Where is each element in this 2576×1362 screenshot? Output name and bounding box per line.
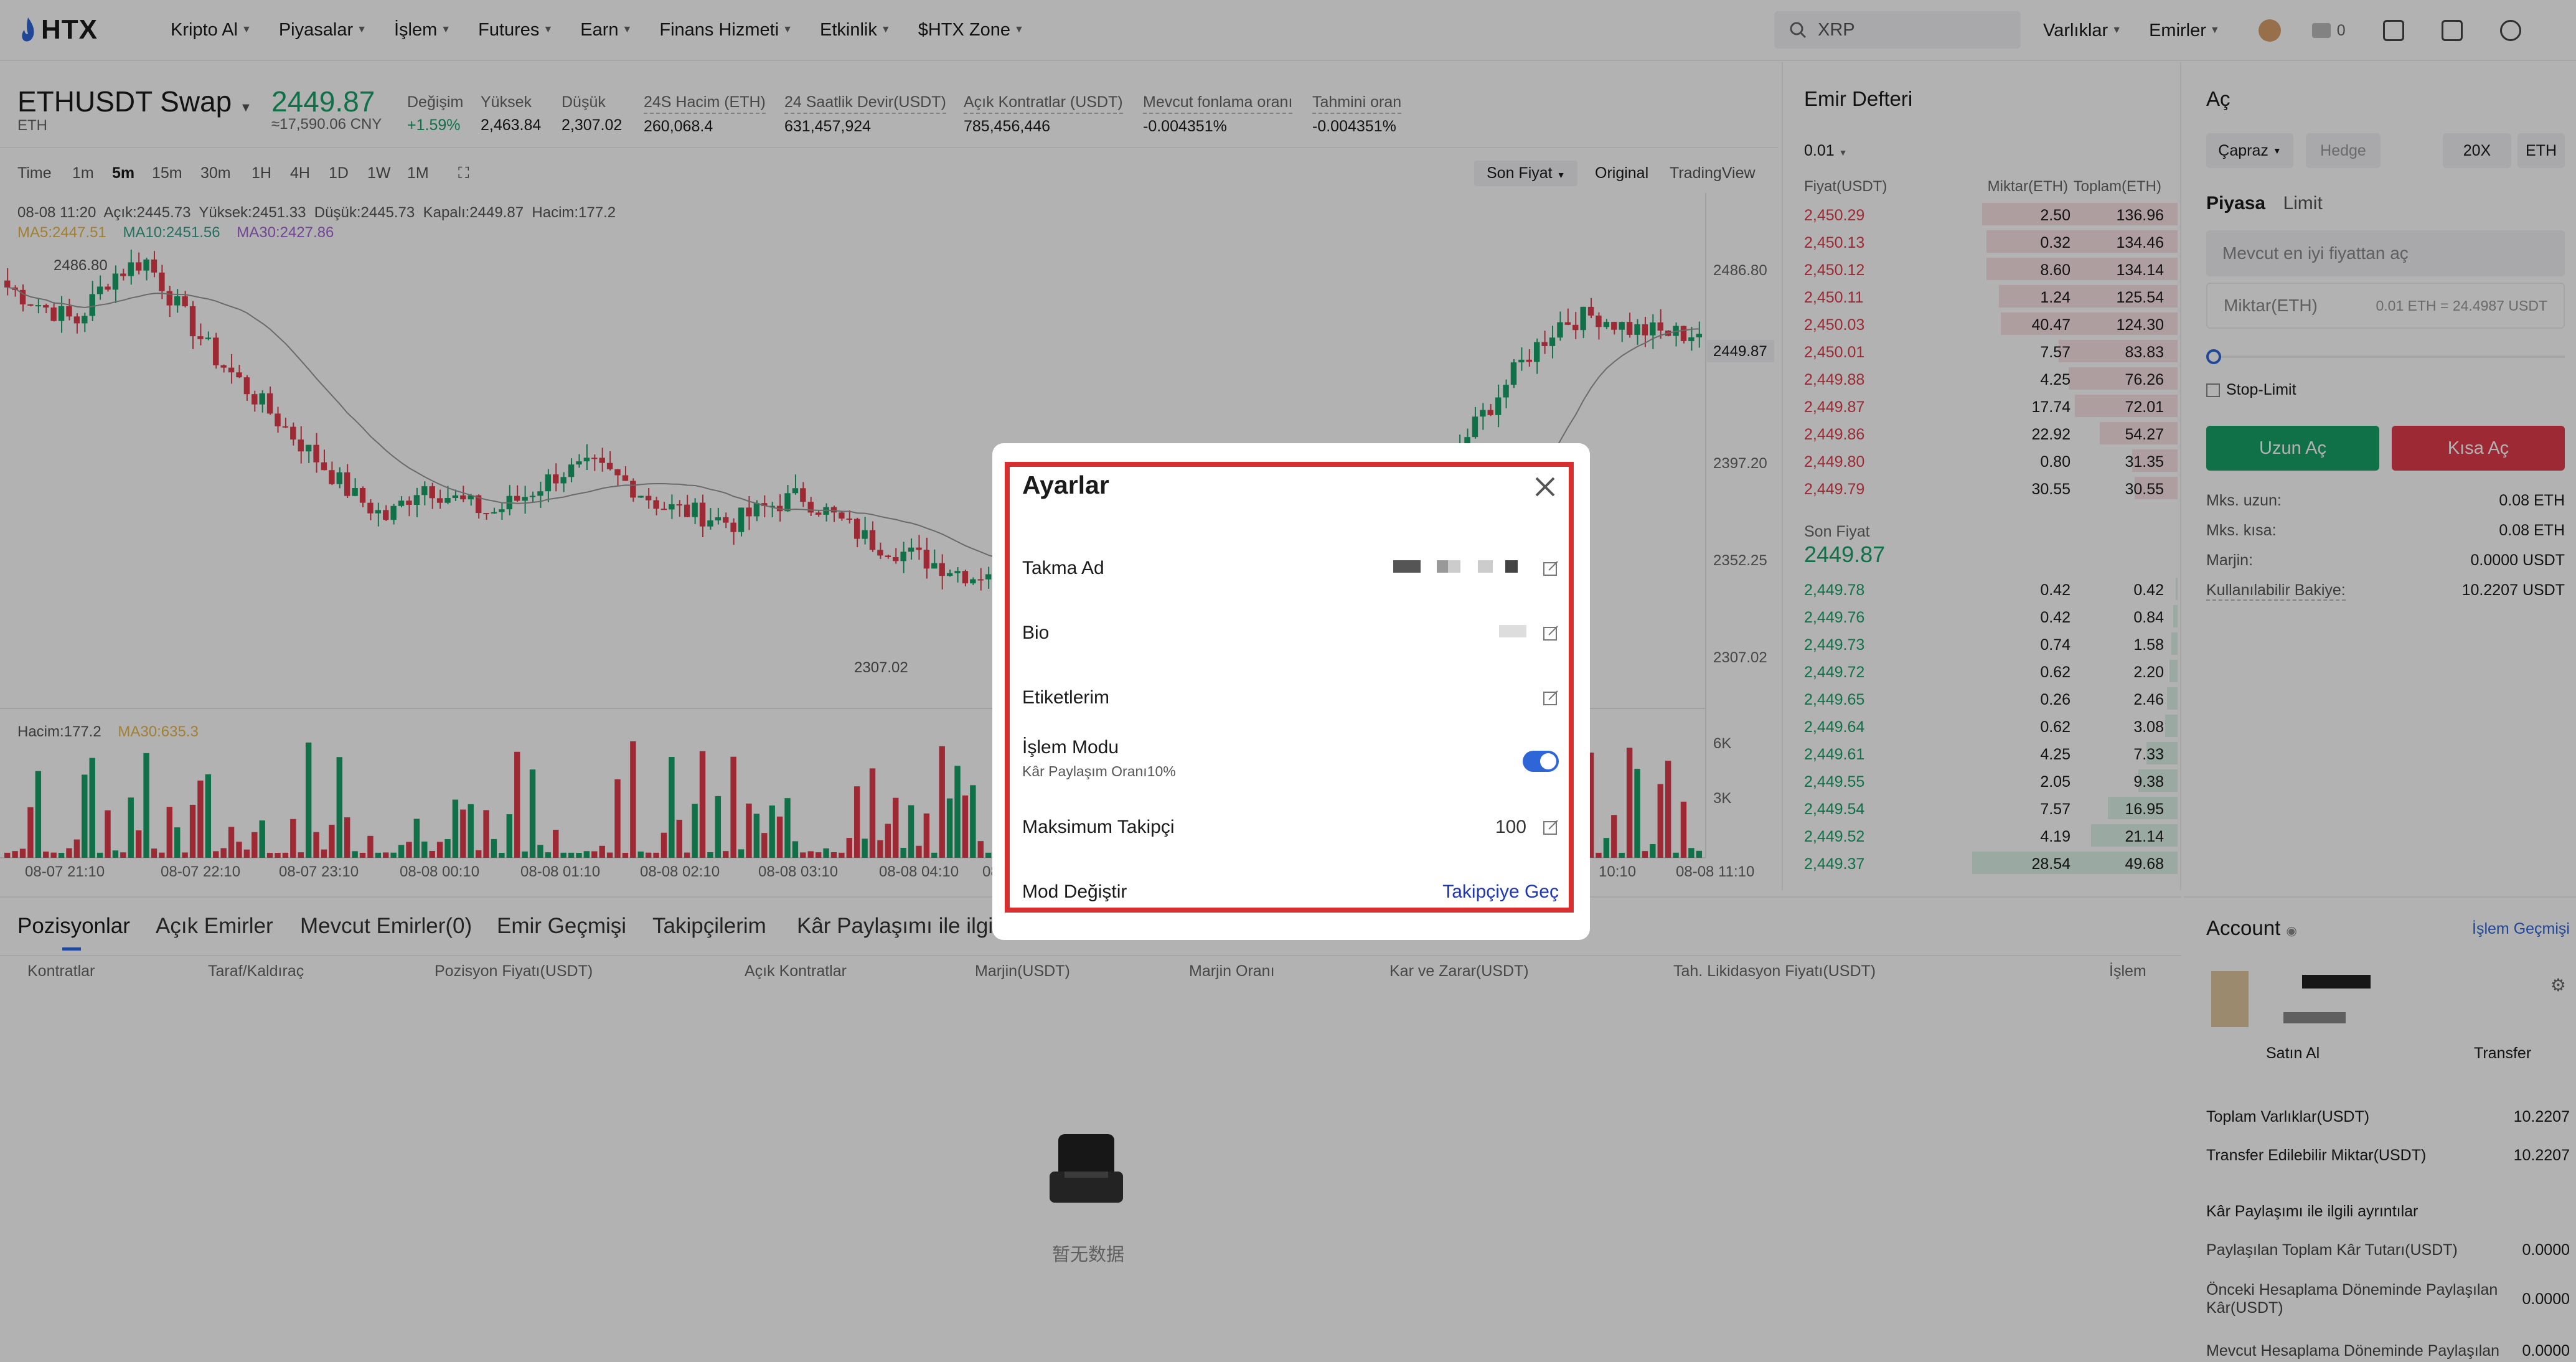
- switch-mode-label: Mod Değiştir: [1022, 881, 1127, 902]
- row-nickname: Takma Ad: [1022, 552, 1559, 583]
- trade-mode-sub: Kâr Paylaşım Oranı10%: [1022, 763, 1176, 779]
- edit-icon[interactable]: [1543, 819, 1559, 835]
- max-followers-label: Maksimum Takipçi: [1022, 817, 1175, 837]
- edit-icon[interactable]: [1543, 560, 1559, 576]
- settings-modal: Ayarlar Takma Ad Bio Etiketlerim İşlem M…: [992, 443, 1590, 940]
- row-bio: Bio: [1022, 616, 1559, 647]
- masked-bio: [1499, 625, 1526, 637]
- row-switch-mode: Mod Değiştir Takipçiye Geç: [1022, 875, 1559, 906]
- trade-mode-label: İşlem Modu: [1022, 737, 1119, 758]
- edit-icon[interactable]: [1543, 625, 1559, 641]
- max-followers-value: 100: [1495, 817, 1526, 837]
- modal-title: Ayarlar: [1022, 471, 1109, 499]
- tags-label: Etiketlerim: [1022, 687, 1110, 708]
- trade-mode-toggle[interactable]: [1523, 751, 1559, 772]
- toggle-knob: [1540, 753, 1556, 769]
- switch-to-follower-link[interactable]: Takipçiye Geç: [1442, 881, 1559, 903]
- nickname-label: Takma Ad: [1022, 558, 1104, 578]
- bio-label: Bio: [1022, 622, 1050, 643]
- row-trade-mode: İşlem Modu Kâr Paylaşım Oranı10%: [1022, 735, 1559, 784]
- row-tags: Etiketlerim: [1022, 681, 1559, 712]
- row-max-followers: Maksimum Takipçi 100: [1022, 810, 1559, 842]
- edit-icon[interactable]: [1543, 690, 1559, 706]
- close-icon[interactable]: [1534, 476, 1556, 498]
